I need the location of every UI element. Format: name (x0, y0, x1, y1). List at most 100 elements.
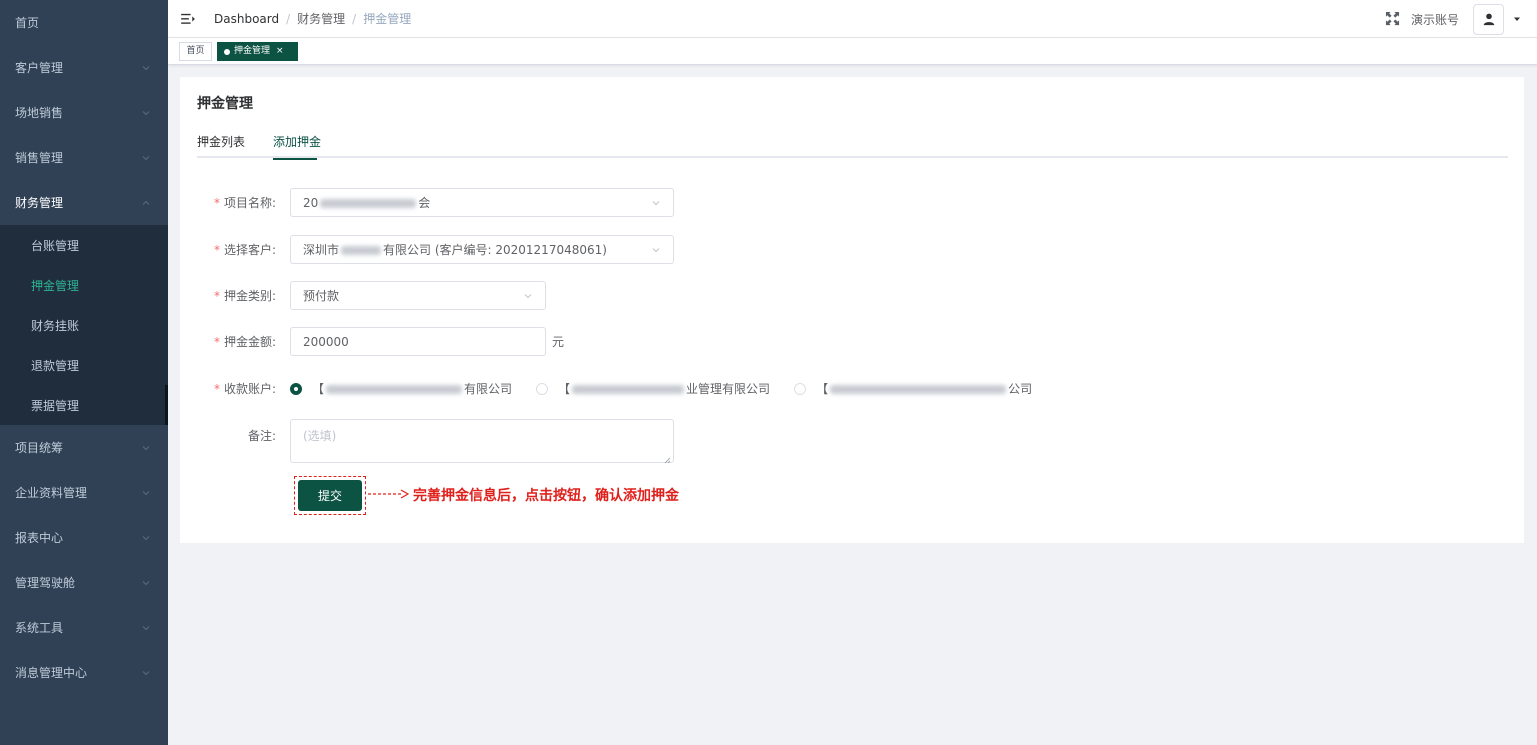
redacted-text (341, 246, 382, 255)
option-suffix: 有限公司 (464, 382, 513, 396)
chevron-down-icon (140, 62, 152, 74)
breadcrumb-current: 押金管理 (363, 12, 412, 26)
option-suffix: 业管理有限公司 (686, 382, 771, 396)
required-mark: * (213, 196, 220, 210)
required-mark: * (213, 335, 220, 349)
sidebar-item-label: 财务挂账 (31, 318, 80, 333)
customer-select[interactable]: 深圳市 有限公司 (客户编号: 20201217048061) (290, 235, 674, 264)
breadcrumb: Dashboard / 财务管理 / 押金管理 (214, 10, 411, 27)
sidebar-item-system-tools[interactable]: 系统工具 (0, 605, 168, 650)
option-suffix: 公司 (1008, 382, 1033, 396)
active-dot-icon (224, 48, 230, 55)
sidebar-item-invoice[interactable]: 票据管理 (0, 385, 168, 425)
annotation-arrow-icon (368, 489, 410, 499)
tabs: 押金列表 添加押金 (197, 133, 1508, 160)
redacted-text (572, 385, 685, 394)
required-mark: * (213, 382, 220, 396)
breadcrumb-dashboard[interactable]: Dashboard (214, 12, 279, 26)
submit-highlight: 提交 (294, 476, 366, 515)
avatar[interactable] (1473, 3, 1504, 35)
radio-label: 【 公司 (816, 380, 1032, 397)
caret-down-icon[interactable] (1513, 15, 1521, 23)
sidebar-item-label: 客户管理 (15, 61, 64, 75)
sidebar-item-label: 财务管理 (15, 196, 64, 210)
tab-add-deposit[interactable]: 添加押金 (273, 133, 321, 160)
sidebar-item-refund[interactable]: 退款管理 (0, 345, 168, 385)
sidebar-item-label: 系统工具 (15, 621, 64, 635)
account-label: * 收款账户: (180, 380, 290, 397)
chevron-down-icon (140, 622, 152, 634)
submit-button[interactable]: 提交 (298, 480, 362, 511)
sidebar-item-label: 管理驾驶舱 (15, 576, 76, 590)
sidebar-item-cockpit[interactable]: 管理驾驶舱 (0, 560, 168, 605)
required-mark: * (213, 243, 220, 257)
project-select[interactable]: 20 会 (290, 188, 674, 217)
chevron-down-icon (651, 245, 661, 255)
tag-home[interactable]: 首页 (179, 42, 212, 61)
chevron-down-icon (523, 291, 533, 301)
breadcrumb-separator: / (286, 11, 291, 26)
sidebar-item-sales[interactable]: 销售管理 (0, 135, 168, 180)
sidebar-item-messages[interactable]: 消息管理中心 (0, 650, 168, 695)
fullscreen-icon[interactable] (1385, 11, 1401, 27)
sidebar-item-label: 首页 (15, 16, 40, 30)
option-prefix: 【 (816, 382, 829, 396)
redacted-text (830, 385, 1007, 394)
sidebar-item-enterprise[interactable]: 企业资料管理 (0, 470, 168, 515)
breadcrumb-finance[interactable]: 财务管理 (297, 10, 345, 27)
form-row-remark: 备注: (选填) (180, 419, 674, 464)
radio-label: 【 业管理有限公司 (558, 380, 770, 397)
remark-textarea[interactable]: (选填) (290, 419, 674, 464)
option-prefix: 【 (312, 382, 325, 396)
category-label: * 押金类别: (180, 287, 290, 304)
chevron-up-icon (140, 197, 152, 209)
select-value: 预付款 (303, 289, 340, 303)
sidebar-item-label: 押金管理 (31, 278, 80, 293)
account-radio-2[interactable]: 【 业管理有限公司 (536, 380, 770, 397)
hamburger-icon[interactable] (180, 12, 196, 26)
redacted-text (320, 199, 417, 208)
tag-deposit[interactable]: 押金管理 × (217, 42, 298, 61)
tab-deposit-list[interactable]: 押金列表 (197, 133, 245, 158)
main-card: 押金管理 押金列表 添加押金 * 项目名称: 20 会 * 选择客户: 深圳市 有限公司… (180, 77, 1524, 543)
sidebar-item-label: 报表中心 (15, 531, 64, 545)
label-text: 收款账户: (223, 382, 276, 396)
form-row-account: * 收款账户: 【 有限公司 【 业管理有限公司 【 公司 (180, 380, 1056, 397)
right-menu: 演示账号 (1385, 0, 1537, 38)
tag-label: 押金管理 (234, 46, 271, 56)
radio-unchecked-icon (536, 382, 549, 395)
value-prefix: 20 (303, 196, 319, 210)
user-icon (1483, 13, 1494, 26)
account-radio-1[interactable]: 【 有限公司 (290, 380, 512, 397)
sidebar-item-label: 消息管理中心 (15, 666, 88, 680)
sidebar-item-label: 企业资料管理 (15, 486, 88, 500)
sidebar-item-finance[interactable]: 财务管理 (0, 180, 168, 225)
chevron-down-icon (140, 487, 152, 499)
sidebar-item-venue-sales[interactable]: 场地销售 (0, 90, 168, 135)
category-select[interactable]: 预付款 (290, 281, 546, 310)
sidebar-item-ledger[interactable]: 台账管理 (0, 225, 168, 265)
sidebar-item-financial-account[interactable]: 财务挂账 (0, 305, 168, 345)
label-text: 选择客户: (223, 243, 276, 257)
radio-label: 【 有限公司 (312, 380, 512, 397)
sidebar-item-customers[interactable]: 客户管理 (0, 45, 168, 90)
sidebar-item-reports[interactable]: 报表中心 (0, 515, 168, 560)
annotation-text: 完善押金信息后，点击按钮，确认添加押金 (413, 488, 679, 504)
amount-unit: 元 (552, 335, 565, 349)
sidebar-item-label: 票据管理 (31, 398, 80, 413)
finance-submenu: 台账管理 押金管理 财务挂账 退款管理 票据管理 (0, 225, 168, 425)
sidebar-item-deposit[interactable]: 押金管理 (0, 265, 168, 305)
sidebar-item-home[interactable]: 首页 (0, 0, 168, 45)
chevron-down-icon (140, 442, 152, 454)
textarea-placeholder: (选填) (303, 429, 337, 443)
amount-input[interactable]: 200000 (290, 327, 546, 356)
close-icon[interactable]: × (276, 43, 284, 60)
sidebar: 首页 客户管理 场地销售 销售管理 财务管理 台账管理 押金管理 财务挂账 退款… (0, 0, 168, 745)
sidebar-item-label: 退款管理 (31, 358, 80, 373)
sidebar-item-project[interactable]: 项目统筹 (0, 425, 168, 470)
customer-label: * 选择客户: (180, 241, 290, 258)
account-name[interactable]: 演示账号 (1411, 11, 1459, 28)
account-radio-3[interactable]: 【 公司 (794, 380, 1032, 397)
form-row-customer: * 选择客户: 深圳市 有限公司 (客户编号: 20201217048061) (180, 235, 674, 264)
resize-handle-icon[interactable] (664, 453, 671, 464)
